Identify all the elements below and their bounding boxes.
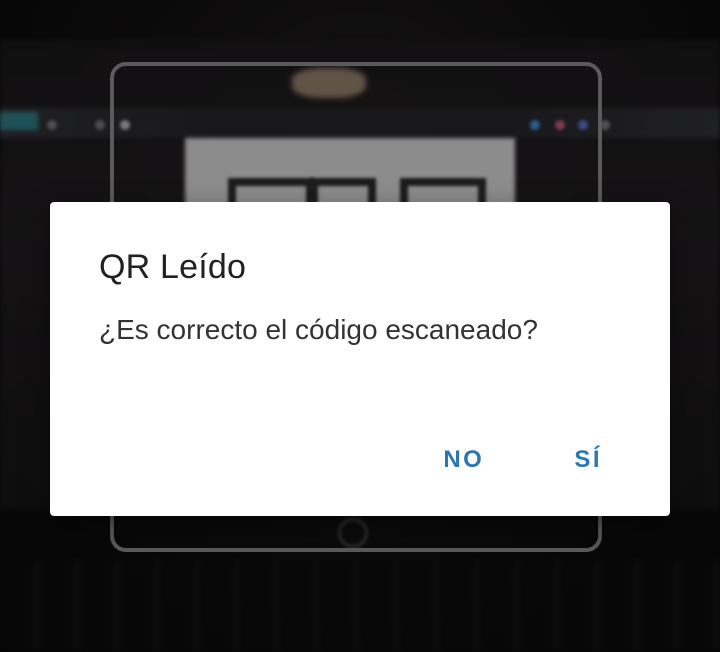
no-button[interactable]: NO bbox=[435, 442, 492, 478]
camera-preview: QR Leído ¿Es correcto el código escanead… bbox=[0, 0, 720, 652]
dialog-message: ¿Es correcto el código escaneado? bbox=[99, 314, 538, 345]
dialog-title: QR Leído bbox=[99, 248, 247, 286]
yes-button[interactable]: SÍ bbox=[566, 442, 610, 478]
dialog-actions: NO SÍ bbox=[435, 442, 610, 478]
confirm-dialog: QR Leído ¿Es correcto el código escanead… bbox=[50, 202, 670, 516]
